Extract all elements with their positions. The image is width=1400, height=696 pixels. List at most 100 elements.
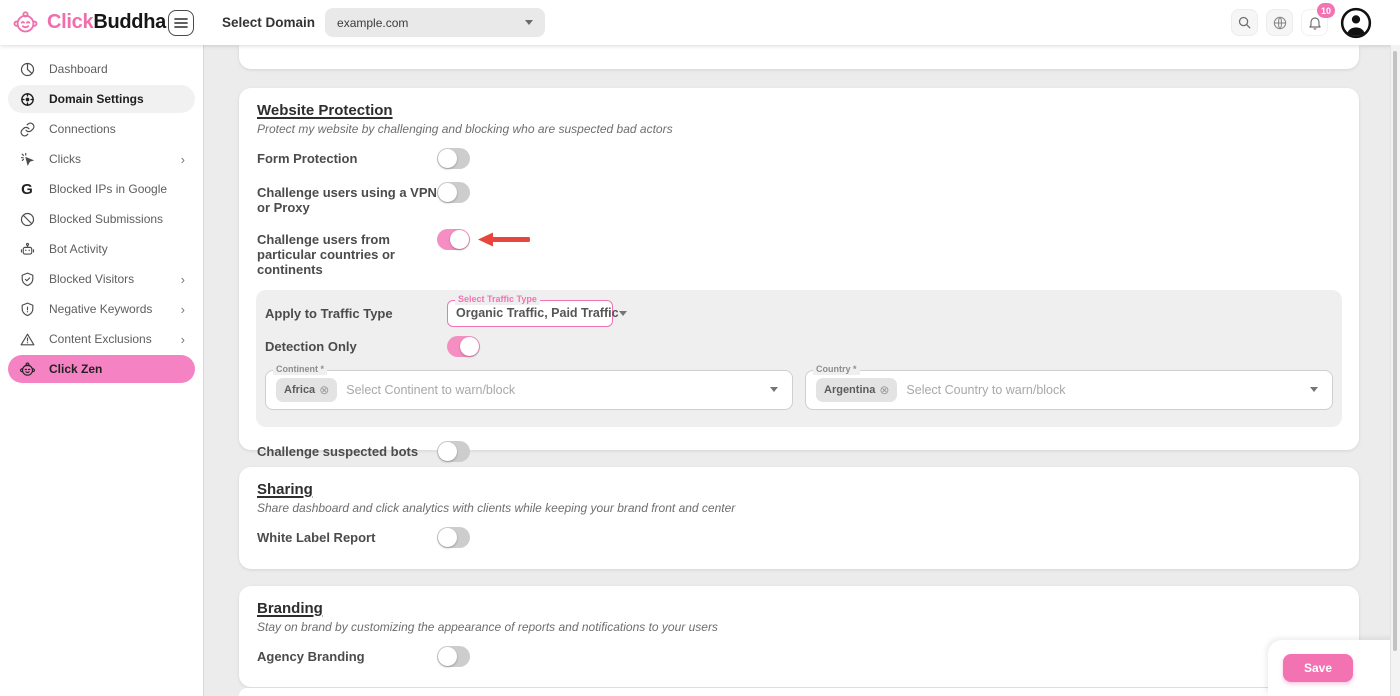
toggle-knob xyxy=(450,230,469,249)
white-label-row: White Label Report xyxy=(257,527,1341,548)
bot-challenge-row: Challenge suspected bots xyxy=(257,441,1341,462)
next-section-card-partial xyxy=(239,688,1359,696)
sidebar-item-label: Domain Settings xyxy=(49,92,144,106)
sidebar-item-negative-keywords[interactable]: Negative Keywords › xyxy=(8,295,195,323)
continent-chip-africa[interactable]: Africa ⊗ xyxy=(276,378,337,402)
sidebar-item-label: Content Exclusions xyxy=(49,332,152,346)
bot-challenge-toggle[interactable] xyxy=(437,441,470,462)
bot-challenge-label: Challenge suspected bots xyxy=(257,441,437,459)
select-domain-label: Select Domain xyxy=(222,15,315,30)
remove-chip-icon[interactable]: ⊗ xyxy=(879,383,889,397)
continent-select[interactable]: Continent * Africa ⊗ Select Continent to… xyxy=(265,370,793,410)
triangle-alert-icon xyxy=(18,330,36,348)
vpn-challenge-row: Challenge users using a VPN or Proxy xyxy=(257,182,1341,216)
sidebar-toggle-button[interactable] xyxy=(168,10,194,36)
chevron-right-icon: › xyxy=(181,333,185,346)
sidebar-item-content-exclusions[interactable]: Content Exclusions › xyxy=(8,325,195,353)
form-protection-row: Form Protection xyxy=(257,148,1341,169)
sidebar-item-label: Blocked Visitors xyxy=(49,272,134,286)
country-field-label: Country * xyxy=(813,365,860,375)
search-button[interactable] xyxy=(1231,9,1258,36)
domain-select-value: example.com xyxy=(337,16,408,30)
chevron-down-icon xyxy=(1310,387,1318,392)
save-button[interactable]: Save xyxy=(1283,654,1353,682)
notifications-button[interactable]: 10 xyxy=(1301,9,1328,36)
chevron-down-icon xyxy=(619,311,627,316)
traffic-type-select[interactable]: Select Traffic Type Organic Traffic, Pai… xyxy=(447,300,613,327)
page-scrollbar-track[interactable] xyxy=(1390,45,1400,696)
traffic-type-row: Apply to Traffic Type Select Traffic Typ… xyxy=(265,300,1333,327)
agency-branding-toggle[interactable] xyxy=(437,646,470,667)
sidebar-item-blocked-submissions[interactable]: Blocked Submissions xyxy=(8,205,195,233)
click-icon xyxy=(18,150,36,168)
section-title: Sharing xyxy=(257,481,1341,498)
sidebar-item-label: Negative Keywords xyxy=(49,302,152,316)
previous-section-card-partial xyxy=(239,45,1359,69)
sharing-card: Sharing Share dashboard and click analyt… xyxy=(239,467,1359,569)
hamburger-icon xyxy=(174,17,188,29)
agency-branding-label: Agency Branding xyxy=(257,646,437,664)
sidebar-item-blocked-ips-google[interactable]: G Blocked IPs in Google xyxy=(8,175,195,203)
white-label-report-toggle[interactable] xyxy=(437,527,470,548)
continent-country-row: Continent * Africa ⊗ Select Continent to… xyxy=(265,370,1333,410)
pie-chart-icon xyxy=(18,60,36,78)
page-scrollbar-thumb[interactable] xyxy=(1393,51,1397,651)
sidebar-item-dashboard[interactable]: Dashboard xyxy=(8,55,195,83)
app-logo: ClickBuddha xyxy=(0,9,160,36)
red-arrow-annotation xyxy=(478,232,530,247)
remove-chip-icon[interactable]: ⊗ xyxy=(319,383,329,397)
form-protection-label: Form Protection xyxy=(257,148,437,166)
toggle-knob xyxy=(438,442,457,461)
globe-icon xyxy=(1272,15,1288,31)
section-subtitle: Stay on brand by customizing the appeara… xyxy=(257,620,1341,634)
sidebar-item-clicks[interactable]: Clicks › xyxy=(8,145,195,173)
shield-alert-icon xyxy=(18,300,36,318)
account-button[interactable] xyxy=(1340,7,1372,39)
chip-label: Argentina xyxy=(824,384,875,396)
sidebar-item-connections[interactable]: Connections xyxy=(8,115,195,143)
sidebar-item-label: Click Zen xyxy=(49,362,102,376)
country-challenge-row: Challenge users from particular countrie… xyxy=(257,229,1341,278)
sidebar-item-bot-activity[interactable]: Bot Activity xyxy=(8,235,195,263)
chevron-down-icon xyxy=(525,20,533,25)
country-challenge-settings-panel: Apply to Traffic Type Select Traffic Typ… xyxy=(256,290,1342,427)
sidebar-item-blocked-visitors[interactable]: Blocked Visitors › xyxy=(8,265,195,293)
continent-field-label: Continent * xyxy=(273,365,327,375)
shield-check-icon xyxy=(18,270,36,288)
chevron-down-icon xyxy=(770,387,778,392)
toggle-knob xyxy=(438,647,457,666)
toggle-knob xyxy=(438,528,457,547)
link-icon xyxy=(18,120,36,138)
sidebar-item-label: Bot Activity xyxy=(49,242,108,256)
avatar-icon xyxy=(1340,7,1372,39)
chevron-right-icon: › xyxy=(181,303,185,316)
network-settings-button[interactable] xyxy=(1266,9,1293,36)
google-g-icon: G xyxy=(18,180,36,198)
traffic-type-field-label: Select Traffic Type xyxy=(455,295,540,305)
buddha-icon xyxy=(18,360,36,378)
country-select[interactable]: Country * Argentina ⊗ Select Country to … xyxy=(805,370,1333,410)
country-challenge-toggle[interactable] xyxy=(437,229,470,250)
country-chip-argentina[interactable]: Argentina ⊗ xyxy=(816,378,897,402)
main-content: Website Protection Protect my website by… xyxy=(205,45,1400,696)
vpn-challenge-toggle[interactable] xyxy=(437,182,470,203)
sidebar-item-label: Connections xyxy=(49,122,116,136)
detection-only-label: Detection Only xyxy=(265,339,447,354)
branding-card: Branding Stay on brand by customizing th… xyxy=(239,586,1359,687)
app-name: ClickBuddha xyxy=(47,11,166,34)
toggle-knob xyxy=(438,149,457,168)
detection-only-toggle[interactable] xyxy=(447,336,480,357)
sidebar-item-click-zen[interactable]: Click Zen xyxy=(8,355,195,383)
section-title: Branding xyxy=(257,600,1341,617)
section-title: Website Protection xyxy=(257,102,1341,119)
sidebar-item-domain-settings[interactable]: Domain Settings xyxy=(8,85,195,113)
continent-placeholder: Select Continent to warn/block xyxy=(346,383,515,397)
sidebar-item-label: Clicks xyxy=(49,152,81,166)
domain-select-dropdown[interactable]: example.com xyxy=(325,8,545,37)
top-header: ClickBuddha Select Domain example.com xyxy=(0,0,1400,45)
section-subtitle: Protect my website by challenging and bl… xyxy=(257,122,1341,136)
form-protection-toggle[interactable] xyxy=(437,148,470,169)
traffic-type-label: Apply to Traffic Type xyxy=(265,306,447,321)
chevron-right-icon: › xyxy=(181,153,185,166)
sidebar-item-label: Blocked Submissions xyxy=(49,212,163,226)
